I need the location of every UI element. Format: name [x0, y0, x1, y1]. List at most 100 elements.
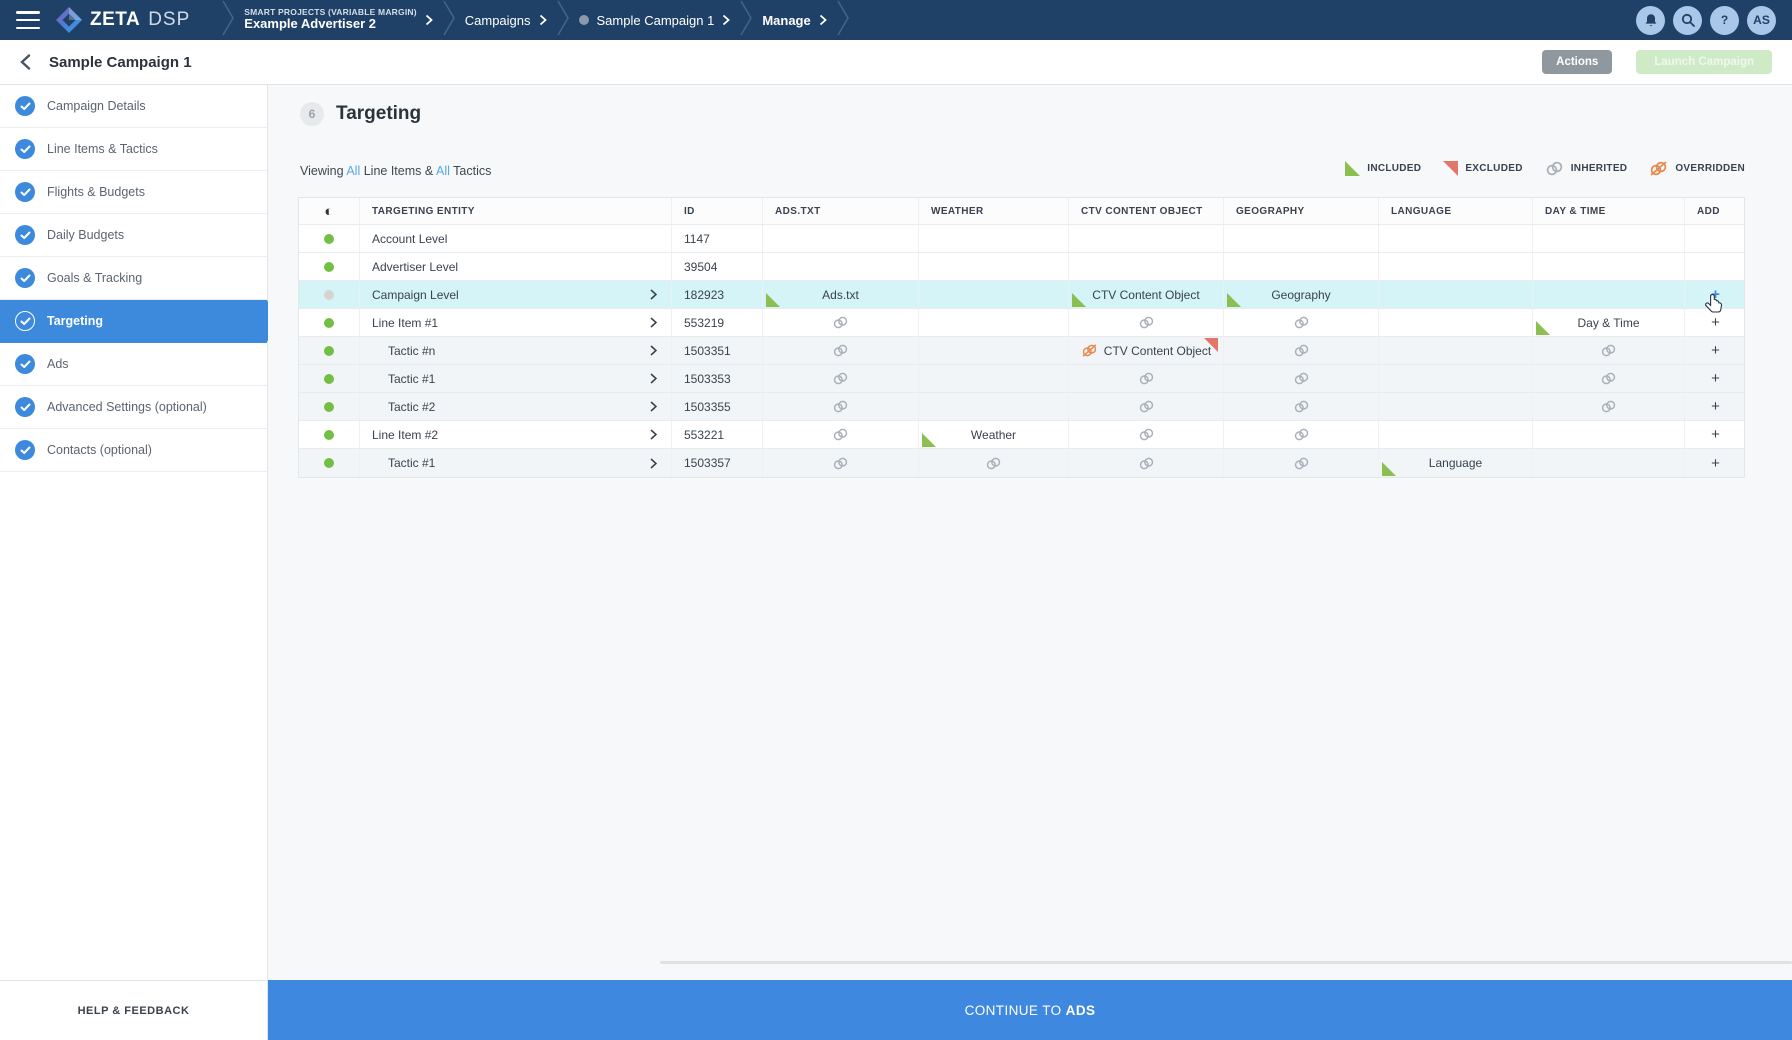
cell-adstxt-inherited[interactable]: [762, 365, 918, 392]
table-row-campaign-level[interactable]: Campaign Level 182923 Ads.txt CTV Conten…: [299, 281, 1744, 309]
cell-ctv-inherited[interactable]: [1068, 309, 1223, 336]
cell-daytime-included[interactable]: Day & Time: [1532, 309, 1684, 336]
cell-adstxt-included[interactable]: Ads.txt: [762, 281, 918, 308]
sidebar-item-goals-tracking[interactable]: Goals & Tracking: [0, 257, 267, 300]
help-feedback-button[interactable]: HELP & FEEDBACK: [0, 980, 268, 1040]
horizontal-scrollbar[interactable]: [660, 961, 1792, 964]
cell-language-included[interactable]: Language: [1378, 449, 1532, 477]
cell-ctv-inherited[interactable]: [1068, 449, 1223, 477]
chevron-right-icon[interactable]: [425, 14, 433, 26]
cell-geography-inherited[interactable]: [1223, 393, 1378, 420]
cell-ctv-included[interactable]: CTV Content Object: [1068, 281, 1223, 308]
sidebar-item-advanced-settings[interactable]: Advanced Settings (optional): [0, 386, 267, 429]
cell-weather-included[interactable]: Weather: [918, 421, 1068, 448]
expand-chevron-icon[interactable]: [650, 289, 657, 300]
cell-ctv-overridden-excluded[interactable]: CTV Content Object: [1068, 337, 1223, 364]
cell-ctv-inherited[interactable]: [1068, 393, 1223, 420]
continue-to-ads-button[interactable]: CONTINUE TO ADS: [268, 980, 1792, 1040]
page-title: Sample Campaign 1: [49, 54, 192, 71]
notifications-button[interactable]: [1636, 6, 1665, 35]
add-targeting-button[interactable]: +: [1711, 427, 1720, 442]
cell-geography-inherited[interactable]: [1223, 449, 1378, 477]
expand-chevron-icon[interactable]: [650, 345, 657, 356]
table-row-line-item-1[interactable]: Line Item #1 553219 Day & Time +: [299, 309, 1744, 337]
cell-adstxt-inherited[interactable]: [762, 449, 918, 477]
chevron-right-icon[interactable]: [539, 14, 547, 26]
expand-chevron-icon[interactable]: [650, 373, 657, 384]
breadcrumb-advertiser-label: Example Advertiser 2: [244, 17, 416, 32]
breadcrumb-campaign[interactable]: Sample Campaign 1: [579, 13, 731, 28]
cell-daytime-inherited[interactable]: [1532, 337, 1684, 364]
sidebar-item-contacts[interactable]: Contacts (optional): [0, 429, 267, 472]
help-button[interactable]: ?: [1710, 6, 1739, 35]
cell-adstxt-inherited[interactable]: [762, 393, 918, 420]
chevron-right-icon[interactable]: [819, 14, 827, 26]
col-ctv-content-object: CTV CONTENT OBJECT: [1068, 198, 1223, 224]
table-row-tactic-1[interactable]: Tactic #1 1503353 +: [299, 365, 1744, 393]
sidebar-item-ads[interactable]: Ads: [0, 343, 267, 386]
chevron-right-icon[interactable]: [722, 14, 730, 26]
expand-chevron-icon[interactable]: [650, 429, 657, 440]
targeting-value: Geography: [1271, 288, 1330, 302]
inherited-link-icon: [1138, 428, 1155, 441]
cell-ctv-inherited[interactable]: [1068, 365, 1223, 392]
status-dot: [324, 318, 334, 328]
cell-geography-inherited[interactable]: [1223, 309, 1378, 336]
user-avatar[interactable]: AS: [1747, 6, 1776, 35]
breadcrumb-campaigns[interactable]: Campaigns: [465, 13, 547, 28]
entity-label: Campaign Level: [372, 288, 459, 302]
cell-adstxt-inherited[interactable]: [762, 337, 918, 364]
sidebar-item-flights-budgets[interactable]: Flights & Budgets: [0, 171, 267, 214]
brand-dsp: DSP: [148, 9, 190, 31]
cell-ctv-inherited[interactable]: [1068, 421, 1223, 448]
add-targeting-button[interactable]: +: [1711, 399, 1720, 414]
add-targeting-button[interactable]: +: [1711, 456, 1720, 471]
add-targeting-button[interactable]: +: [1711, 315, 1720, 330]
expand-chevron-icon[interactable]: [650, 458, 657, 469]
status-dot: [324, 402, 334, 412]
cell-weather-inherited[interactable]: [918, 449, 1068, 477]
all-tactics-link[interactable]: All: [436, 164, 450, 178]
cell-adstxt-inherited[interactable]: [762, 309, 918, 336]
table-row-tactic-n[interactable]: Tactic #n 1503351 CTV Content Object +: [299, 337, 1744, 365]
cell-geography-included[interactable]: Geography: [1223, 281, 1378, 308]
cell-geography-inherited[interactable]: [1223, 421, 1378, 448]
expand-chevron-icon[interactable]: [650, 317, 657, 328]
hamburger-menu-icon[interactable]: [16, 11, 40, 29]
half-circle-icon[interactable]: ◐: [324, 204, 333, 219]
breadcrumb-manage[interactable]: Manage: [762, 13, 826, 28]
expand-chevron-icon[interactable]: [650, 401, 657, 412]
included-triangle-icon: [1227, 293, 1241, 307]
add-targeting-button[interactable]: +: [1711, 371, 1720, 386]
cell-daytime-inherited[interactable]: [1532, 393, 1684, 420]
continue-emphasis: ADS: [1066, 1003, 1096, 1018]
launch-campaign-button[interactable]: Launch Campaign: [1636, 50, 1772, 74]
cell-geography-inherited[interactable]: [1223, 337, 1378, 364]
legend-overridden-label: OVERRIDDEN: [1675, 163, 1745, 174]
entity-label: Account Level: [359, 225, 671, 252]
sidebar-item-label: Contacts (optional): [47, 443, 152, 457]
legend-inherited-label: INHERITED: [1571, 163, 1628, 174]
cell-adstxt-inherited[interactable]: [762, 421, 918, 448]
cell-geography-inherited[interactable]: [1223, 365, 1378, 392]
breadcrumb-advertiser[interactable]: SMART PROJECTS (VARIABLE MARGIN) Example…: [244, 8, 432, 33]
sidebar-item-line-items-tactics[interactable]: Line Items & Tactics: [0, 128, 267, 171]
table-row-line-item-2[interactable]: Line Item #2 553221 Weather +: [299, 421, 1744, 449]
table-row-tactic-2[interactable]: Tactic #2 1503355 +: [299, 393, 1744, 421]
sidebar-item-daily-budgets[interactable]: Daily Budgets: [0, 214, 267, 257]
cell-daytime-inherited[interactable]: [1532, 365, 1684, 392]
sidebar-item-targeting[interactable]: Targeting: [0, 300, 267, 343]
actions-button[interactable]: Actions: [1542, 50, 1612, 74]
add-targeting-button[interactable]: +: [1711, 287, 1720, 302]
inherited-link-icon: [1600, 372, 1617, 385]
sidebar-item-campaign-details[interactable]: Campaign Details: [0, 85, 267, 128]
search-button[interactable]: [1673, 6, 1702, 35]
status-dot: [324, 374, 334, 384]
table-row-tactic-1-li2[interactable]: Tactic #1 1503357 Language +: [299, 449, 1744, 477]
sidebar-item-label: Flights & Budgets: [47, 185, 145, 199]
entity-id: 1503353: [671, 365, 762, 392]
back-button[interactable]: [20, 54, 31, 70]
viewing-prefix: Viewing: [300, 164, 346, 178]
add-targeting-button[interactable]: +: [1711, 343, 1720, 358]
all-line-items-link[interactable]: All: [346, 164, 360, 178]
